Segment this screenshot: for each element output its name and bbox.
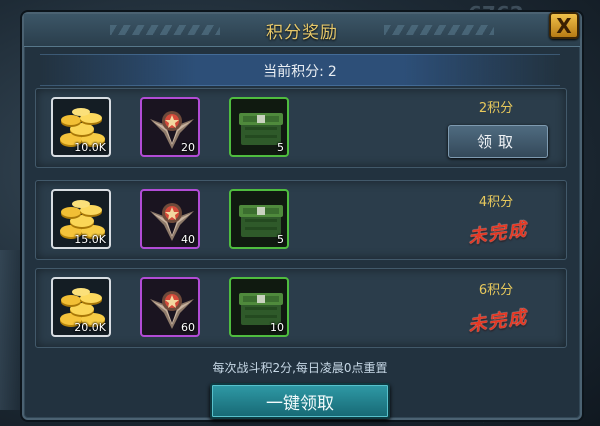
required-points: 6积分 [478,283,514,298]
reward-item-crate[interactable]: 5 [229,97,289,157]
reward-row-1: 10.0K 20 5 2积分 领取 [35,88,567,168]
background-side-panel [0,250,20,410]
dialog-title-bar: 积分奖励 [24,14,580,47]
reward-row-2: 15.0K 40 5 4积分 未完成 [35,180,567,260]
claim-all-button[interactable]: 一键领取 [210,383,390,419]
reward-item-gold[interactable]: 10.0K [51,97,111,157]
item-count: 60 [181,321,195,334]
reward-item-medal[interactable]: 20 [140,97,200,157]
incomplete-status: 未完成 [467,218,530,249]
item-count: 15.0K [74,233,106,246]
reward-item-medal[interactable]: 40 [140,189,200,249]
reset-hint-text: 每次战斗积2分,每日凌晨0点重置 [212,361,388,375]
required-points: 2积分 [478,101,514,116]
item-count: 5 [277,233,284,246]
reward-item-gold[interactable]: 15.0K [51,189,111,249]
reward-row-3: 20.0K 60 10 6积分 未完成 [35,268,567,348]
close-icon: X [556,13,572,38]
dialog-title: 积分奖励 [266,23,338,43]
item-count: 20 [181,141,195,154]
item-count: 10.0K [74,141,106,154]
required-points: 4积分 [478,195,514,210]
current-score-label: 当前积分: [263,64,324,80]
close-button[interactable]: X [549,12,579,39]
item-count: 40 [181,233,195,246]
claim-button[interactable]: 领取 [448,125,548,158]
incomplete-status: 未完成 [467,306,530,337]
item-count: 5 [277,141,284,154]
reward-item-medal[interactable]: 60 [140,277,200,337]
item-count: 20.0K [74,321,106,334]
reward-item-crate[interactable]: 10 [229,277,289,337]
current-score-value: 2 [327,64,337,80]
reward-item-gold[interactable]: 20.0K [51,277,111,337]
current-score-text: 当前积分: 2 [40,61,560,81]
reward-item-crate[interactable]: 5 [229,189,289,249]
item-count: 10 [270,321,284,334]
current-score-bar: 当前积分: 2 [40,54,560,86]
